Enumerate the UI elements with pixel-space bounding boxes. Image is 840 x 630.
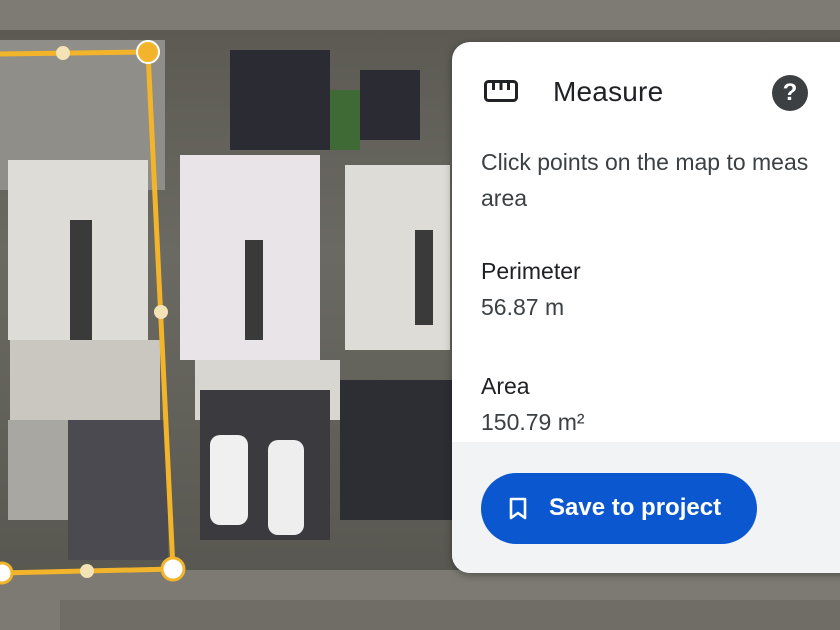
polygon-midpoint[interactable] [154,305,168,319]
polygon-vertex[interactable] [0,561,14,585]
polygon-outline [0,49,176,576]
polygon-midpoint[interactable] [80,564,94,578]
ruler-icon [484,80,518,102]
polygon-vertex[interactable] [160,556,186,582]
panel-title: Measure [553,76,664,107]
save-button-label: Save to project [549,494,722,521]
save-to-project-button[interactable]: Save to project [481,473,757,544]
perimeter-label: Perimeter [481,258,581,284]
instruction-text: Click points on the map to meas area [481,149,809,211]
panel-header: Measure ? [452,42,840,142]
polygon-midpoint[interactable] [56,46,70,60]
perimeter-value: 56.87 m [481,294,565,320]
area-label: Area [481,373,530,399]
area-value: 150.79 m² [481,409,585,435]
measure-panel: Measure ? Click points on the map to mea… [452,42,840,573]
bookmark-icon [509,497,527,520]
help-icon[interactable]: ? [772,75,808,111]
polygon-vertex[interactable] [136,40,160,64]
